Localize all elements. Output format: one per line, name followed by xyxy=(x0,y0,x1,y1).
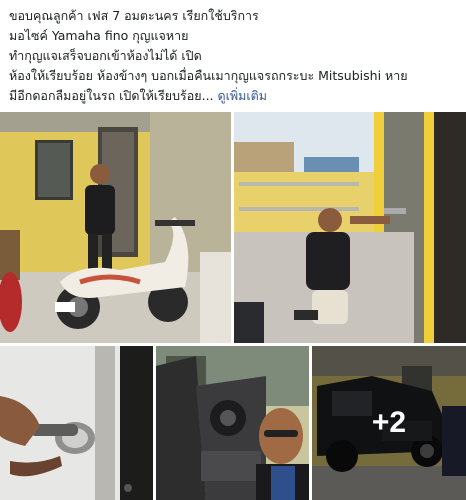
photo-scooter[interactable] xyxy=(0,112,231,343)
post-line: ห้องให้เรียบร้อย ห้องข้างๆ บอกเมื่อคืนเม… xyxy=(9,68,408,83)
photo-door-kneeling[interactable] xyxy=(234,112,466,343)
scooter-photo-image xyxy=(0,112,231,343)
door-photo-image xyxy=(234,112,466,343)
lock-photo-image xyxy=(0,346,153,500)
post-line: มอไซค์ Yamaha fino กุญแจหาย xyxy=(9,28,189,43)
photo-car-selfie[interactable] xyxy=(156,346,309,500)
post-text: ขอบคุณลูกค้า เฟส 7 อมตะนคร เรียกใช้บริกา… xyxy=(9,6,459,106)
photo-pickup-truck[interactable]: +2 xyxy=(312,346,466,500)
post-line-last: มีอีกดอกลืมอยู่ในรถ เปิดให้เรียบร้อย... xyxy=(9,88,214,103)
see-more-link[interactable]: ดูเพิ่มเติม xyxy=(218,88,268,103)
post-line: มีอีกดอกลืมอยู่ในรถ เปิดให้เรียบร้อย... … xyxy=(9,86,459,106)
more-photos-overlay[interactable]: +2 xyxy=(312,346,466,500)
more-photos-count: +2 xyxy=(371,406,407,439)
post-line: ขอบคุณลูกค้า เฟส 7 อมตะนคร เรียกใช้บริกา… xyxy=(9,8,259,23)
photo-lock-closeup[interactable] xyxy=(0,346,153,500)
post-line: ทำกุญแจเสร็จบอกเข้าห้องไม่ได้ เปิด xyxy=(9,48,202,63)
car-selfie-image xyxy=(156,346,309,500)
